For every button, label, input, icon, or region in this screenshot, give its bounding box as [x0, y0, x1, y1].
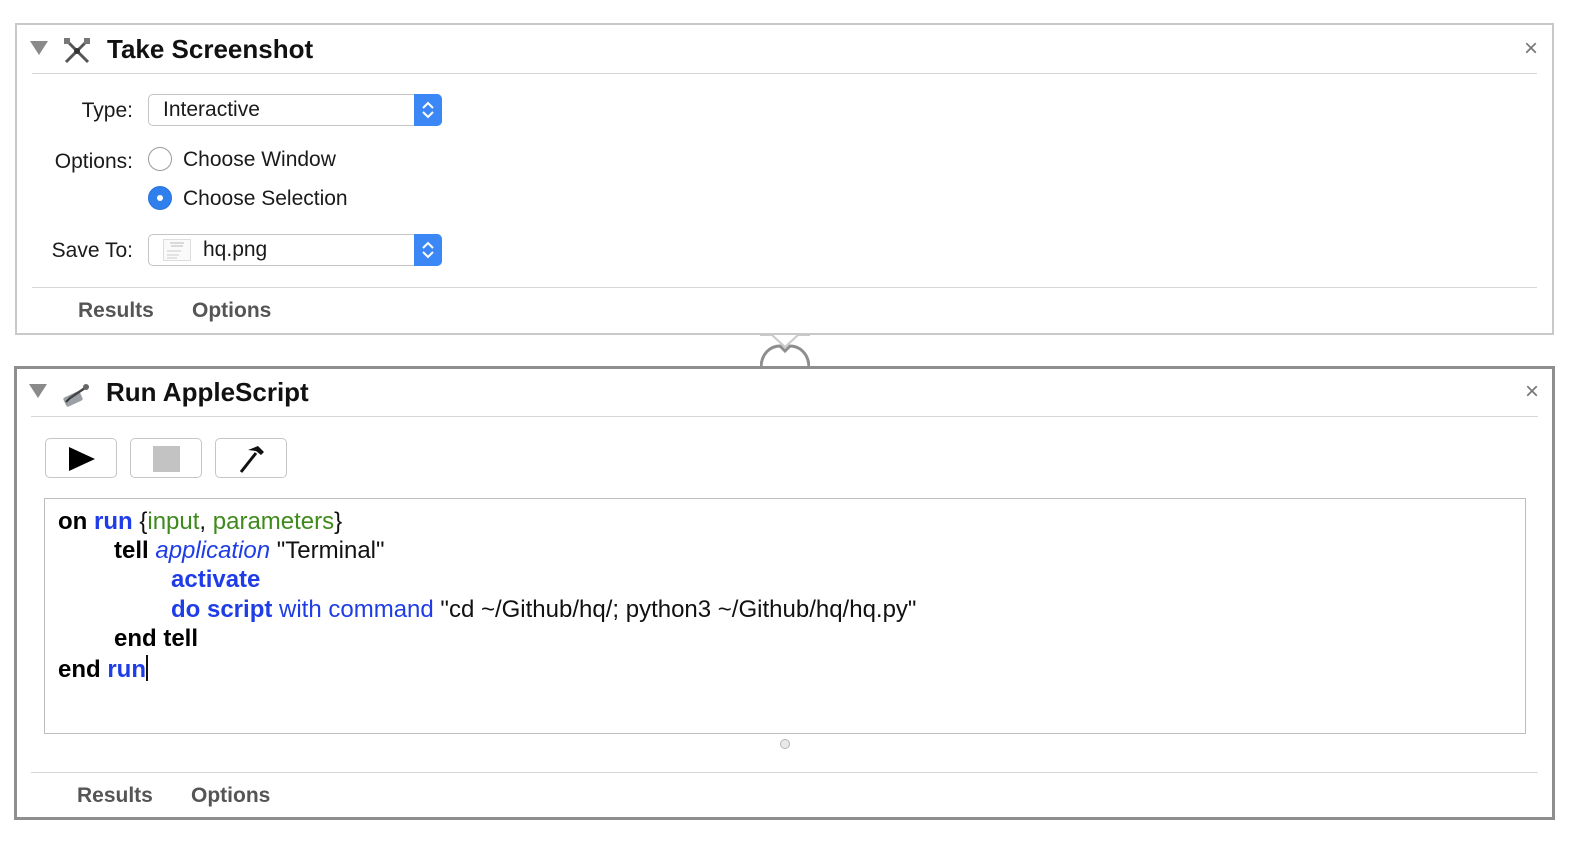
choose-window-label[interactable]: Choose Window: [183, 148, 336, 172]
hammer-icon: [239, 446, 264, 473]
script-line-6: end run: [58, 655, 149, 683]
choose-selection-radio[interactable]: [148, 186, 172, 210]
close-icon[interactable]: ×: [1525, 378, 1539, 406]
text-caret: [146, 655, 149, 681]
save-to-label: Save To:: [51, 239, 133, 262]
footer-divider: [31, 772, 1538, 773]
screenshot-tools-icon: [64, 38, 90, 64]
compile-button[interactable]: [215, 438, 287, 478]
play-icon: [69, 447, 95, 471]
take-screenshot-action: Take Screenshot × Type: Interactive Opti…: [15, 23, 1554, 335]
stop-icon: [153, 446, 180, 472]
action-title: Run AppleScript: [106, 377, 309, 407]
script-line-1: on run {input, parameters}: [58, 508, 343, 535]
footer-divider: [32, 287, 1537, 288]
file-thumbnail-icon: [163, 239, 191, 261]
resize-grip-icon[interactable]: [780, 739, 790, 749]
script-line-5: end tell: [114, 625, 199, 652]
type-popup[interactable]: Interactive: [148, 94, 442, 126]
run-applescript-action: Run AppleScript × on run {input, paramet…: [14, 366, 1555, 820]
script-icon: [63, 384, 89, 407]
run-button[interactable]: [45, 438, 117, 478]
popup-stepper-icon: [414, 234, 442, 266]
popup-stepper-icon: [414, 94, 442, 126]
save-to-value: hq.png: [203, 238, 268, 261]
tab-options[interactable]: Options: [191, 784, 270, 808]
action-connector-icon: [760, 334, 810, 369]
action-header: Run AppleScript ×: [17, 369, 1552, 417]
save-to-popup[interactable]: hq.png: [148, 234, 442, 266]
type-value: Interactive: [163, 98, 260, 121]
header-divider: [32, 73, 1537, 74]
script-editor[interactable]: on run {input, parameters} tell applicat…: [44, 498, 1526, 734]
script-line-4: do script with command "cd ~/Github/hq/;…: [171, 596, 917, 623]
close-icon[interactable]: ×: [1524, 35, 1538, 63]
tab-results[interactable]: Results: [77, 784, 153, 808]
script-line-3: activate: [171, 566, 261, 593]
action-title: Take Screenshot: [107, 34, 314, 64]
stop-button[interactable]: [130, 438, 202, 478]
script-line-2: tell application "Terminal": [114, 537, 385, 564]
tab-results[interactable]: Results: [78, 299, 154, 323]
choose-selection-label[interactable]: Choose Selection: [183, 187, 348, 211]
choose-window-radio[interactable]: [148, 147, 172, 171]
disclosure-triangle-icon[interactable]: [30, 41, 48, 55]
type-label: Type:: [81, 99, 133, 122]
disclosure-triangle-icon[interactable]: [29, 384, 47, 398]
tab-options[interactable]: Options: [192, 299, 271, 323]
options-label: Options:: [54, 150, 133, 173]
header-divider: [31, 416, 1538, 417]
action-header: Take Screenshot ×: [17, 25, 1552, 73]
